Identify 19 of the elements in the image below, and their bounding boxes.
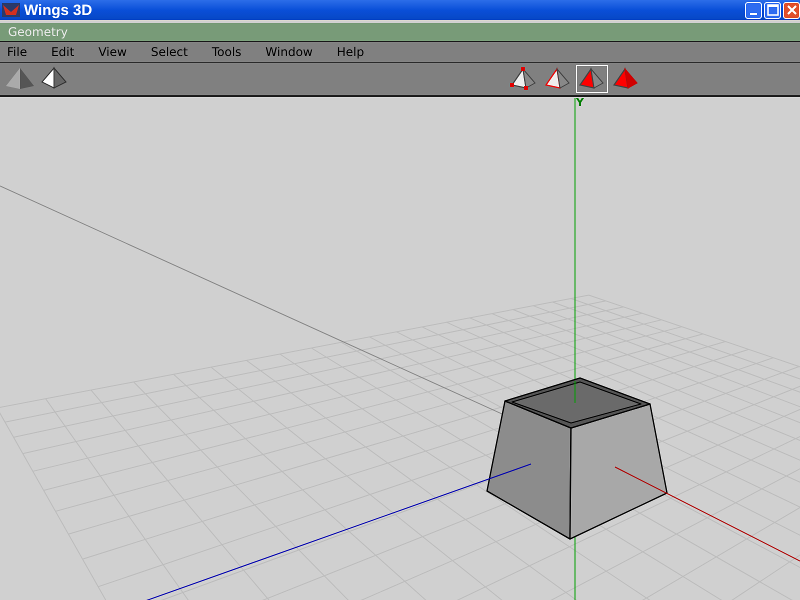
- maximize-icon: [766, 4, 778, 16]
- geometry-window-title: Geometry: [8, 25, 68, 39]
- menu-item[interactable]: Window: [265, 45, 313, 59]
- selection-mode-button[interactable]: [576, 65, 608, 93]
- close-button[interactable]: [783, 2, 800, 18]
- wings-logo-icon: [2, 3, 20, 17]
- menu-item[interactable]: Select: [150, 45, 188, 59]
- menu-item[interactable]: Edit: [51, 45, 74, 59]
- close-icon: [786, 4, 798, 16]
- menu-item[interactable]: File: [7, 45, 28, 59]
- minimize-icon: [750, 12, 757, 14]
- menu-item[interactable]: Tools: [212, 45, 242, 59]
- 3d-viewport[interactable]: Y: [0, 97, 800, 600]
- menu-item[interactable]: View: [98, 45, 127, 59]
- minimize-button[interactable]: [745, 2, 762, 18]
- menu-item[interactable]: Help: [336, 45, 364, 59]
- window-title: Wings 3D: [24, 2, 94, 18]
- maximize-button[interactable]: [764, 2, 781, 18]
- axis-label: Y: [576, 97, 584, 109]
